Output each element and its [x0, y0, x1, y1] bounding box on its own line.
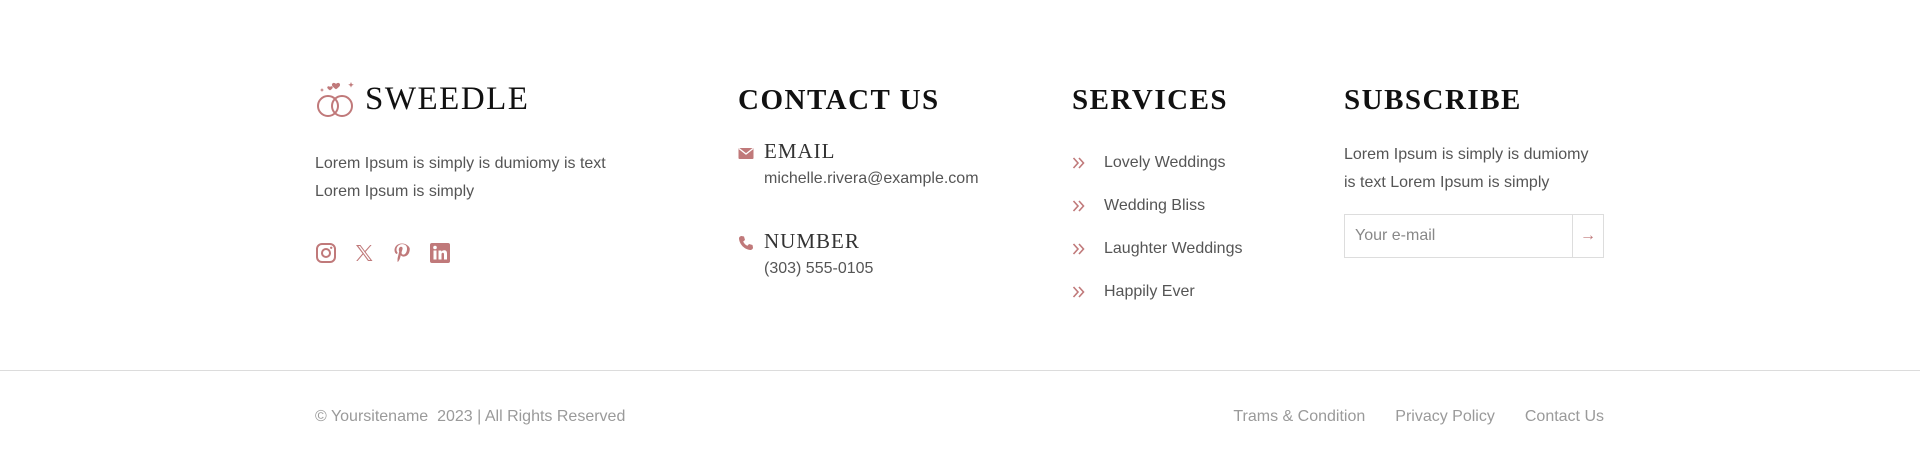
brand-description: Lorem Ipsum is simply is dumiomy is text…: [315, 150, 635, 206]
footer-services: SERVICES Lovely Weddings Wedding Bliss L…: [1072, 86, 1302, 313]
subscribe-submit-button[interactable]: →: [1572, 215, 1603, 257]
double-chevron-right-icon: [1072, 199, 1086, 213]
services-list: Lovely Weddings Wedding Bliss Laughter W…: [1072, 141, 1302, 313]
email-subscribe-input[interactable]: [1345, 215, 1572, 257]
copyright-text: © Yoursitename 2023 | All Rights Reserve…: [315, 408, 626, 425]
social-links: [315, 242, 635, 264]
double-chevron-right-icon: [1072, 156, 1086, 170]
footer-divider: [0, 370, 1920, 371]
pinterest-icon[interactable]: [391, 242, 413, 264]
service-item[interactable]: Wedding Bliss: [1072, 184, 1302, 227]
brand-description-line: Lorem Ipsum is simply: [315, 183, 475, 200]
footer-brand: SWEEDLE Lorem Ipsum is simply is dumiomy…: [315, 78, 635, 264]
instagram-icon[interactable]: [315, 242, 337, 264]
contact-email: EMAIL michelle.rivera@example.com: [738, 141, 1018, 188]
x-twitter-icon[interactable]: [353, 242, 375, 264]
subscribe-heading: SUBSCRIBE: [1344, 84, 1522, 116]
subscribe-form: →: [1344, 214, 1604, 258]
footer-subscribe: SUBSCRIBE Lorem Ipsum is simply is dumio…: [1344, 86, 1614, 258]
subscribe-description-line: Lorem Ipsum is simply is dumiomy: [1344, 146, 1589, 163]
envelope-icon: [738, 145, 754, 161]
brand-description-line: Lorem Ipsum is simply is dumiomy is text: [315, 155, 606, 172]
double-chevron-right-icon: [1072, 285, 1086, 299]
double-chevron-right-icon: [1072, 242, 1086, 256]
services-heading: SERVICES: [1072, 84, 1229, 116]
footer-contact: CONTACT US EMAIL michelle.rivera@example…: [738, 86, 1018, 278]
privacy-policy-link[interactable]: Privacy Policy: [1395, 408, 1495, 426]
contact-us-link[interactable]: Contact Us: [1525, 408, 1604, 426]
arrow-right-icon: →: [1580, 227, 1596, 244]
service-item[interactable]: Lovely Weddings: [1072, 141, 1302, 184]
service-label: Wedding Bliss: [1104, 196, 1206, 214]
subscribe-description: Lorem Ipsum is simply is dumiomy is text…: [1344, 141, 1614, 197]
subscribe-description-line: is text Lorem Ipsum is simply: [1344, 174, 1550, 191]
phone-icon: [738, 235, 754, 251]
email-value[interactable]: michelle.rivera@example.com: [764, 170, 1018, 188]
contact-phone: NUMBER (303) 555-0105: [738, 231, 1018, 278]
phone-label: NUMBER: [764, 229, 860, 253]
terms-link[interactable]: Trams & Condition: [1233, 408, 1365, 426]
service-label: Laughter Weddings: [1104, 239, 1243, 257]
phone-value[interactable]: (303) 555-0105: [764, 260, 1018, 278]
contact-heading: CONTACT US: [738, 84, 940, 116]
service-label: Lovely Weddings: [1104, 153, 1226, 171]
email-label: EMAIL: [764, 139, 836, 163]
service-item[interactable]: Happily Ever: [1072, 270, 1302, 313]
wedding-rings-icon: [315, 78, 357, 120]
service-label: Happily Ever: [1104, 282, 1195, 300]
brand-logo-row[interactable]: SWEEDLE: [315, 78, 635, 120]
service-item[interactable]: Laughter Weddings: [1072, 227, 1302, 270]
brand-name: SWEEDLE: [365, 80, 530, 117]
footer-bottom-links: Trams & Condition Privacy Policy Contact…: [1233, 408, 1604, 426]
linkedin-icon[interactable]: [429, 242, 451, 264]
